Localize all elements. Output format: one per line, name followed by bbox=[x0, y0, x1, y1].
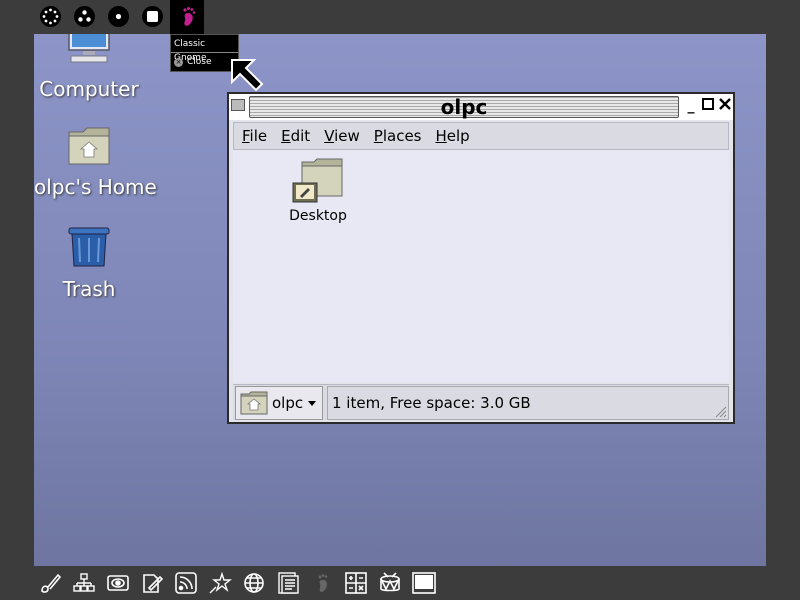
menu-places[interactable]: Places bbox=[374, 127, 422, 145]
drum-icon[interactable] bbox=[378, 570, 402, 596]
neighborhood-icon[interactable] bbox=[40, 6, 61, 27]
location-button[interactable]: olpc bbox=[235, 385, 323, 420]
rss-icon[interactable] bbox=[174, 570, 198, 596]
screen-icon[interactable] bbox=[412, 570, 436, 596]
desktop-folder-icon bbox=[292, 158, 343, 203]
maximize-button[interactable] bbox=[700, 98, 716, 114]
menu-view[interactable]: View bbox=[324, 127, 360, 145]
popup-close-label: Close bbox=[187, 57, 212, 67]
status-text: 1 item, Free space: 3.0 GB bbox=[327, 385, 729, 420]
menu-edit[interactable]: Edit bbox=[281, 127, 310, 145]
home-icon[interactable] bbox=[108, 6, 129, 27]
home-folder-icon bbox=[68, 127, 110, 165]
browse-icon[interactable] bbox=[242, 570, 266, 596]
resize-grip-icon[interactable] bbox=[713, 404, 727, 418]
desktop-icon-label: Trash bbox=[62, 277, 116, 301]
gnome-foot-icon[interactable] bbox=[170, 0, 204, 34]
desktop-icon-home[interactable]: olpc's Home bbox=[34, 126, 157, 199]
menu-help[interactable]: Help bbox=[436, 127, 470, 145]
close-button[interactable] bbox=[717, 98, 733, 114]
minimize-button[interactable]: _ bbox=[683, 98, 699, 114]
trash-icon bbox=[68, 227, 110, 267]
arrow-cursor-icon bbox=[231, 59, 264, 92]
window-title: olpc bbox=[440, 95, 488, 119]
window-titlebar[interactable]: olpc _ bbox=[229, 94, 733, 120]
maximize-icon bbox=[702, 98, 714, 110]
desktop-icon-label: olpc's Home bbox=[34, 175, 157, 199]
close-icon: × bbox=[174, 57, 183, 67]
dropdown-arrow-icon bbox=[308, 400, 317, 406]
window-menu-icon[interactable] bbox=[231, 99, 245, 111]
popup-title: Classic Gnome bbox=[171, 35, 238, 63]
paint-icon[interactable] bbox=[38, 570, 62, 596]
read-icon[interactable] bbox=[276, 570, 300, 596]
location-label: olpc bbox=[272, 393, 304, 412]
file-manager-window: olpc _ File Edit View Places Help Deskto… bbox=[227, 92, 735, 424]
desktop-icon-computer[interactable]: Computer bbox=[34, 34, 144, 101]
desktop-icon-trash[interactable]: Trash bbox=[34, 226, 144, 301]
computer-icon bbox=[68, 34, 110, 63]
activity-icon[interactable] bbox=[142, 6, 163, 27]
file-item-label: Desktop bbox=[289, 208, 347, 224]
calculate-icon[interactable] bbox=[344, 570, 368, 596]
file-view[interactable]: Desktop bbox=[233, 150, 729, 382]
menu-file[interactable]: File bbox=[242, 127, 267, 145]
eye-icon[interactable] bbox=[106, 570, 130, 596]
desktop-icon-label: Computer bbox=[39, 77, 139, 101]
top-frame-bar bbox=[0, 0, 800, 34]
home-folder-icon bbox=[240, 391, 268, 414]
foot-icon[interactable] bbox=[310, 570, 334, 596]
network-icon[interactable] bbox=[72, 570, 96, 596]
menubar: File Edit View Places Help bbox=[233, 122, 729, 150]
group-icon[interactable] bbox=[74, 6, 95, 27]
close-icon bbox=[719, 98, 731, 110]
bottom-frame-bar bbox=[0, 566, 800, 600]
star-icon[interactable] bbox=[208, 570, 232, 596]
statusbar: olpc 1 item, Free space: 3.0 GB bbox=[233, 384, 729, 420]
file-item-desktop[interactable]: Desktop bbox=[283, 158, 353, 224]
write-icon[interactable] bbox=[140, 570, 164, 596]
